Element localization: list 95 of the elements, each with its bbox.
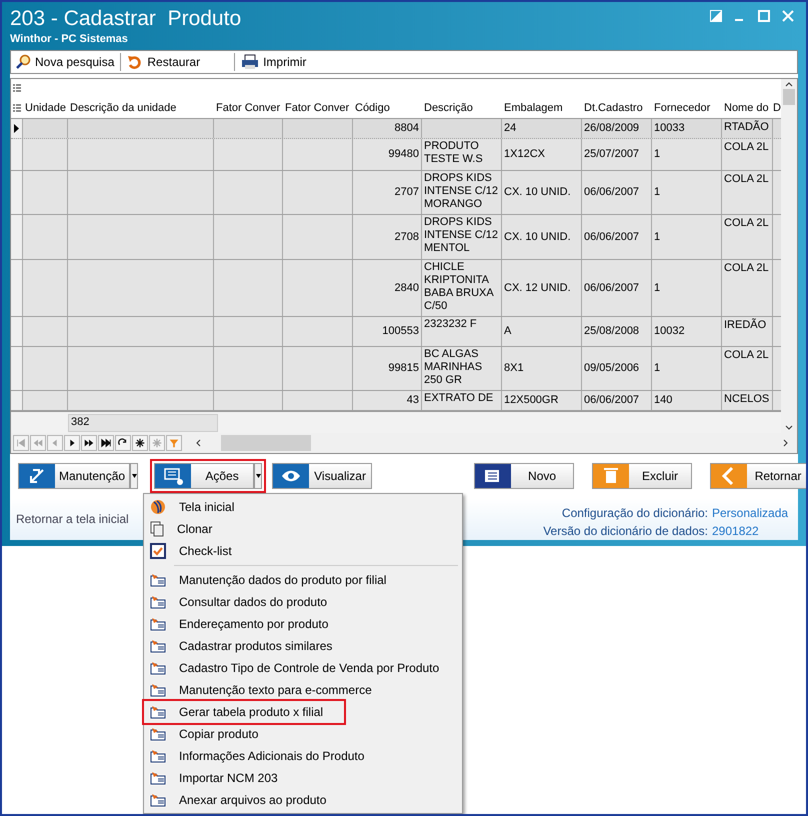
table-cell: 06/06/2007	[584, 282, 640, 294]
table-cell: 140	[654, 394, 672, 407]
table-cell: 12X500GR	[504, 394, 558, 407]
menu-item[interactable]: Informações Adicionais do Produto	[144, 745, 462, 767]
table-cell: COLA 2L	[724, 173, 770, 186]
column-header[interactable]: Unidade	[25, 102, 66, 114]
menu-item[interactable]: Manutenção texto para e-commerce	[144, 679, 462, 701]
summary-cell: 382	[68, 414, 218, 432]
table-cell: DROPS KIDS INTENSE C/12 MENTOL	[424, 216, 499, 255]
table-row[interactable]: 43 EXTRATO DE 12X500GR 06/06/2007 140 NCELOS	[11, 391, 781, 411]
info-label: Versão do dicionário de dados:	[543, 523, 708, 540]
table-cell: 10033	[654, 122, 685, 135]
table-cell: 8804	[394, 122, 419, 135]
table-cell: 06/06/2007	[584, 186, 640, 199]
info-label: Configuração do dicionário:	[562, 505, 708, 522]
menu-item[interactable]: Cadastro Tipo de Controle de Venda por Produto	[144, 657, 462, 679]
table-cell: COLA 2L	[724, 141, 770, 154]
column-header[interactable]: Nome do	[724, 102, 769, 114]
return-link[interactable]: Retornar a tela inicial	[16, 504, 129, 528]
table-cell-text: 2323232 F	[424, 318, 478, 331]
table-cell: RTADÃO	[724, 121, 770, 134]
info-value: Personalizada	[712, 505, 790, 522]
table-row[interactable]: 99815 BC ALGAS MARINHAS 250 GR 8X1 09/05/2006 1 COLA 2L	[11, 347, 781, 391]
menu-item[interactable]: Clonar	[144, 518, 462, 540]
table-cell: 43	[406, 394, 419, 407]
action-button[interactable]: Manutenção	[18, 463, 130, 489]
table-cell: 1	[654, 230, 660, 244]
column-header[interactable]: Descrição da unidade	[70, 102, 176, 114]
table-cell: 100553	[382, 325, 419, 338]
table-cell: COLA 2L	[724, 262, 770, 275]
table-cell-text: IREDÃO	[724, 319, 768, 332]
table-cell: A	[504, 325, 512, 338]
table-cell: 09/05/2006	[584, 362, 640, 375]
table-row[interactable]: 2707 DROPS KIDS INTENSE C/12 MORANGO CX. 10 UNID. 06/06/2007 1 COLA 2L	[11, 171, 781, 215]
table-cell: 24	[504, 122, 516, 135]
action-button[interactable]: Ações	[154, 463, 254, 489]
table-cell: DROPS KIDS INTENSE C/12 MORANGO	[424, 172, 499, 211]
table-cell: 1	[654, 148, 660, 161]
table-cell: 8X1	[504, 362, 524, 375]
table-cell: CX. 10 UNID.	[504, 186, 571, 199]
table-cell: 2708	[394, 230, 419, 244]
column-header[interactable]: Descrição	[424, 102, 473, 114]
info-value: 2901822	[712, 523, 760, 540]
table-cell: 25/08/2008	[584, 325, 640, 338]
menu-item[interactable]: Consultar dados do produto	[144, 591, 462, 613]
table-row[interactable]: 100553 2323232 F A 25/08/2008 10032 IREDÃO	[11, 317, 781, 347]
table-row[interactable]: 2708 DROPS KIDS INTENSE C/12 MENTOL CX. 10 UNID. 06/06/2007 1 COLA 2L	[11, 215, 781, 260]
menu-item[interactable]: Manutenção dados do produto por filial	[144, 569, 462, 591]
action-button[interactable]: Excluir	[592, 463, 692, 489]
table-cell-text: PRODUTO TESTE W.S	[424, 140, 484, 166]
table-cell: 06/06/2007	[584, 230, 640, 244]
action-button[interactable]: Retornar	[710, 463, 806, 489]
menu-item[interactable]: Check-list	[144, 540, 462, 562]
table-cell: COLA 2L	[724, 349, 770, 362]
table-cell: 26/08/2009	[584, 122, 640, 135]
table-cell: 99815	[388, 362, 419, 375]
table-cell: 1X12CX	[504, 148, 545, 161]
table-cell: 06/06/2007	[584, 394, 640, 407]
column-header[interactable]: Embalagem	[504, 102, 563, 114]
table-cell: 1	[654, 362, 660, 375]
menu-item[interactable]: Importar NCM 203	[144, 767, 462, 789]
menu-item[interactable]: Tela inicial	[144, 496, 462, 518]
table-cell: 99480	[388, 148, 419, 161]
table-cell: 2707	[394, 186, 419, 199]
table-cell: 2840	[394, 282, 419, 294]
toolbar-button[interactable]: Imprimir	[241, 53, 306, 71]
menu-item[interactable]: Endereçamento por produto	[144, 613, 462, 635]
table-row[interactable]: 8804 24 26/08/2009 10033 RTADÃO	[11, 119, 781, 139]
table-cell-text: CHICLE KRIPTONITA BABA BRUXA C/50	[424, 261, 494, 313]
column-header[interactable]: Fornecedor	[654, 102, 710, 114]
column-header[interactable]: Dt.Cadastro	[584, 102, 643, 114]
window-subtitle: Winthor - PC Sistemas	[10, 32, 129, 46]
menu-item[interactable]: Cadastrar produtos similares	[144, 635, 462, 657]
action-button[interactable]: Novo	[474, 463, 574, 489]
column-header[interactable]: D	[773, 102, 781, 114]
table-cell: CX. 10 UNID.	[504, 230, 571, 244]
table-cell: 1	[654, 186, 660, 199]
menu-item[interactable]: Gerar tabela produto x filial	[144, 701, 344, 723]
window-title: 203 - Cadastrar Produto	[10, 6, 242, 32]
table-cell: CX. 12 UNID.	[504, 282, 571, 294]
toolbar-button[interactable]: Restaurar	[127, 53, 228, 71]
action-button[interactable]: Visualizar	[272, 463, 372, 489]
table-cell: COLA 2L	[724, 217, 770, 230]
menu-item[interactable]: Anexar arquivos ao produto	[144, 789, 462, 811]
table-cell-text: EXTRATO DE	[424, 392, 494, 405]
menu-item[interactable]: Copiar produto	[144, 723, 462, 745]
table-cell: 1	[654, 282, 660, 294]
toolbar-button[interactable]: Nova pesquisa	[15, 53, 114, 71]
column-header[interactable]: Fator Conver	[216, 102, 280, 114]
column-header[interactable]: Fator Conver	[285, 102, 350, 114]
table-cell: 10032	[654, 325, 685, 338]
column-header[interactable]: Código	[355, 102, 390, 114]
table-cell-text: BC ALGAS MARINHAS 250 GR	[424, 348, 484, 387]
table-cell: 25/07/2007	[584, 148, 640, 161]
table-cell: NCELOS	[724, 393, 770, 406]
